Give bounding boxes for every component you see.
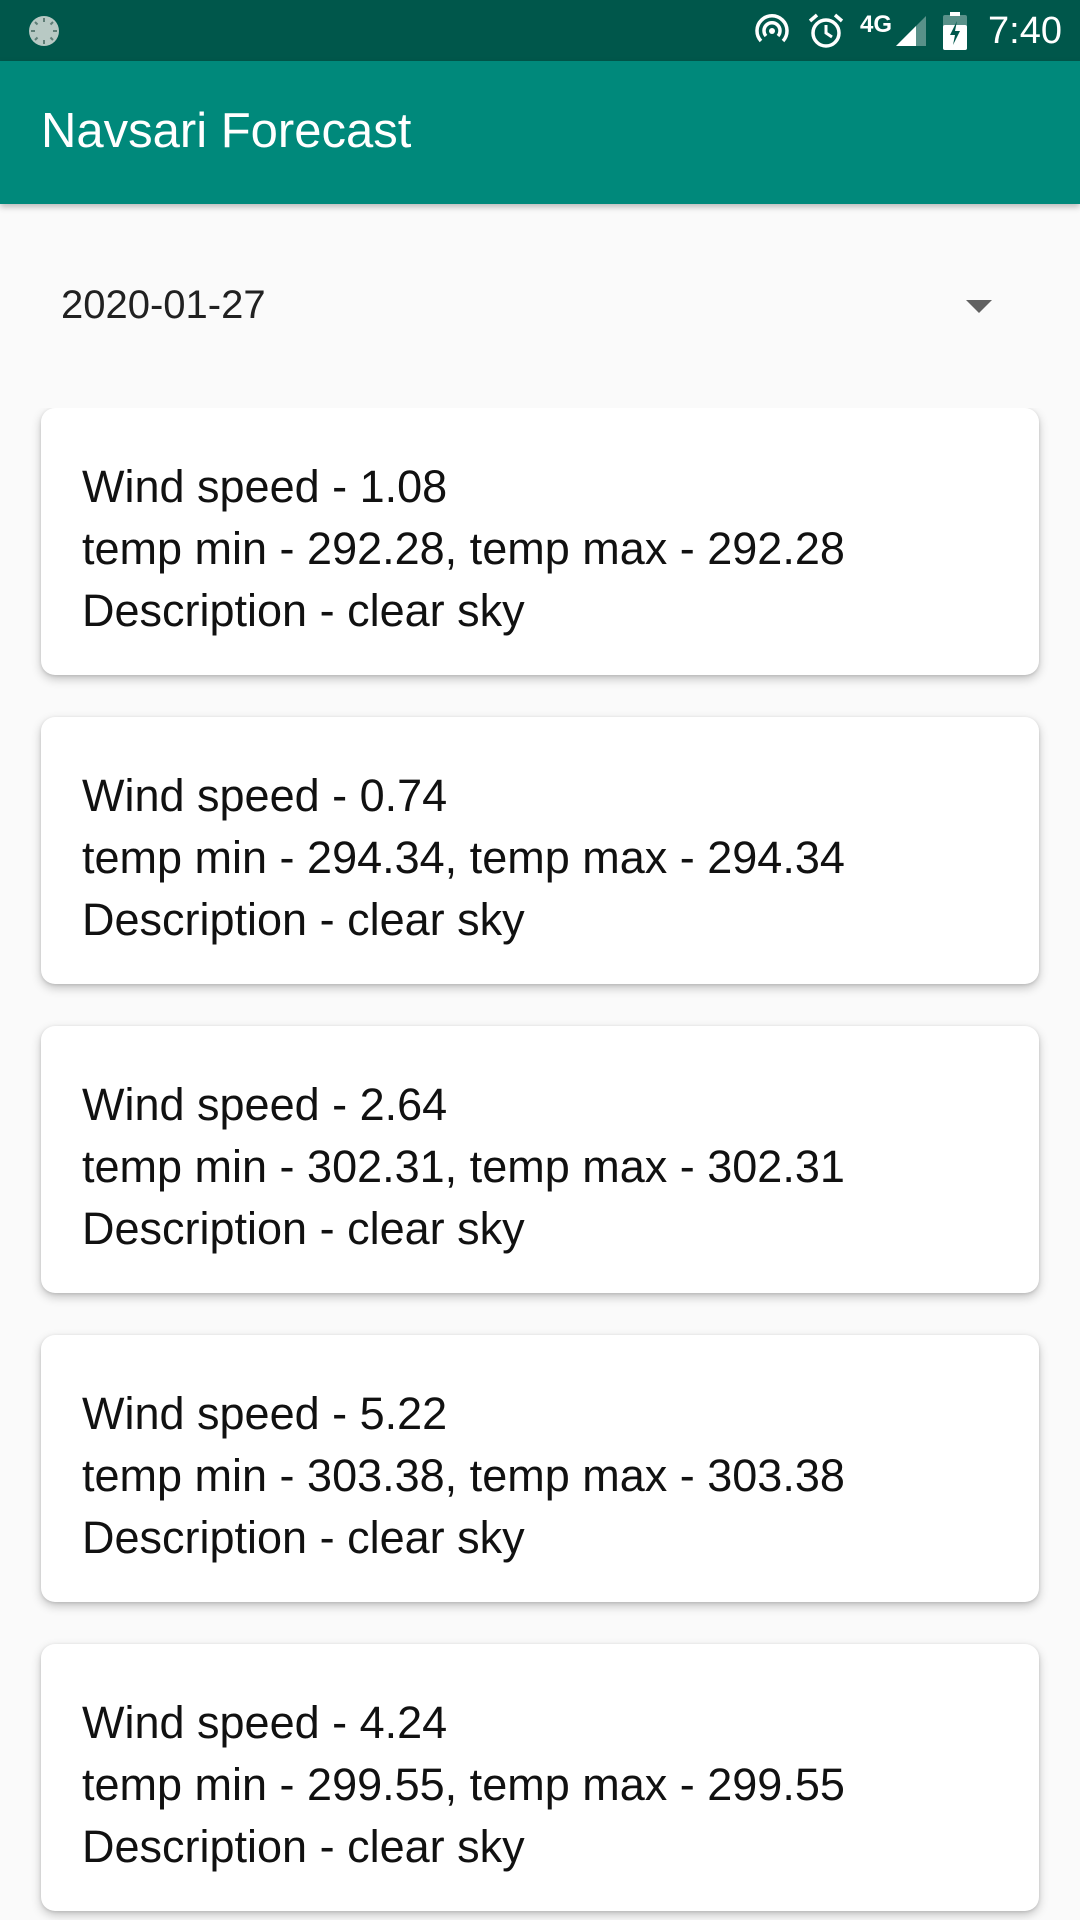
status-bar: 4G 7:40 [0, 0, 1080, 61]
wind-speed-text: Wind speed - 4.24 [82, 1697, 448, 1748]
forecast-card[interactable]: Wind speed - 4.24 temp min - 299.55, tem… [41, 1644, 1039, 1911]
alarm-icon [808, 13, 844, 48]
forecast-card[interactable]: Wind speed - 1.08 temp min - 292.28, tem… [41, 408, 1039, 675]
description-text: Description - clear sky [82, 894, 525, 945]
forecast-card[interactable]: Wind speed - 0.74 temp min - 294.34, tem… [41, 717, 1039, 984]
forecast-card[interactable]: Wind speed - 2.64 temp min - 302.31, tem… [41, 1026, 1039, 1293]
wind-speed-text: Wind speed - 0.74 [82, 770, 448, 821]
temperature-text: temp min - 303.38, temp max - 303.38 [82, 1450, 845, 1501]
network-type-label: 4G [860, 10, 893, 38]
chevron-down-icon [966, 300, 992, 313]
loading-icon [29, 16, 59, 46]
forecast-list[interactable]: Wind speed - 1.08 temp min - 292.28, tem… [0, 408, 1080, 1920]
wind-speed-text: Wind speed - 2.64 [82, 1079, 448, 1130]
temperature-text: temp min - 292.28, temp max - 292.28 [82, 523, 845, 574]
page-title: Navsari Forecast [41, 104, 412, 158]
date-spinner-value: 2020-01-27 [61, 283, 266, 327]
wind-speed-text: Wind speed - 1.08 [82, 461, 448, 512]
temperature-text: temp min - 294.34, temp max - 294.34 [82, 832, 845, 883]
hotspot-icon [755, 13, 789, 42]
temperature-text: temp min - 299.55, temp max - 299.55 [82, 1759, 845, 1810]
date-spinner[interactable]: 2020-01-27 [0, 204, 1080, 408]
description-text: Description - clear sky [82, 585, 525, 636]
forecast-card[interactable]: Wind speed - 5.22 temp min - 303.38, tem… [41, 1335, 1039, 1602]
app-bar: Navsari Forecast [0, 61, 1080, 204]
description-text: Description - clear sky [82, 1203, 525, 1254]
description-text: Description - clear sky [82, 1821, 525, 1872]
temperature-text: temp min - 302.31, temp max - 302.31 [82, 1141, 845, 1192]
description-text: Description - clear sky [82, 1512, 525, 1563]
battery-icon [943, 11, 968, 50]
signal-icon [896, 15, 927, 46]
status-time: 7:40 [988, 9, 1062, 52]
wind-speed-text: Wind speed - 5.22 [82, 1388, 448, 1439]
